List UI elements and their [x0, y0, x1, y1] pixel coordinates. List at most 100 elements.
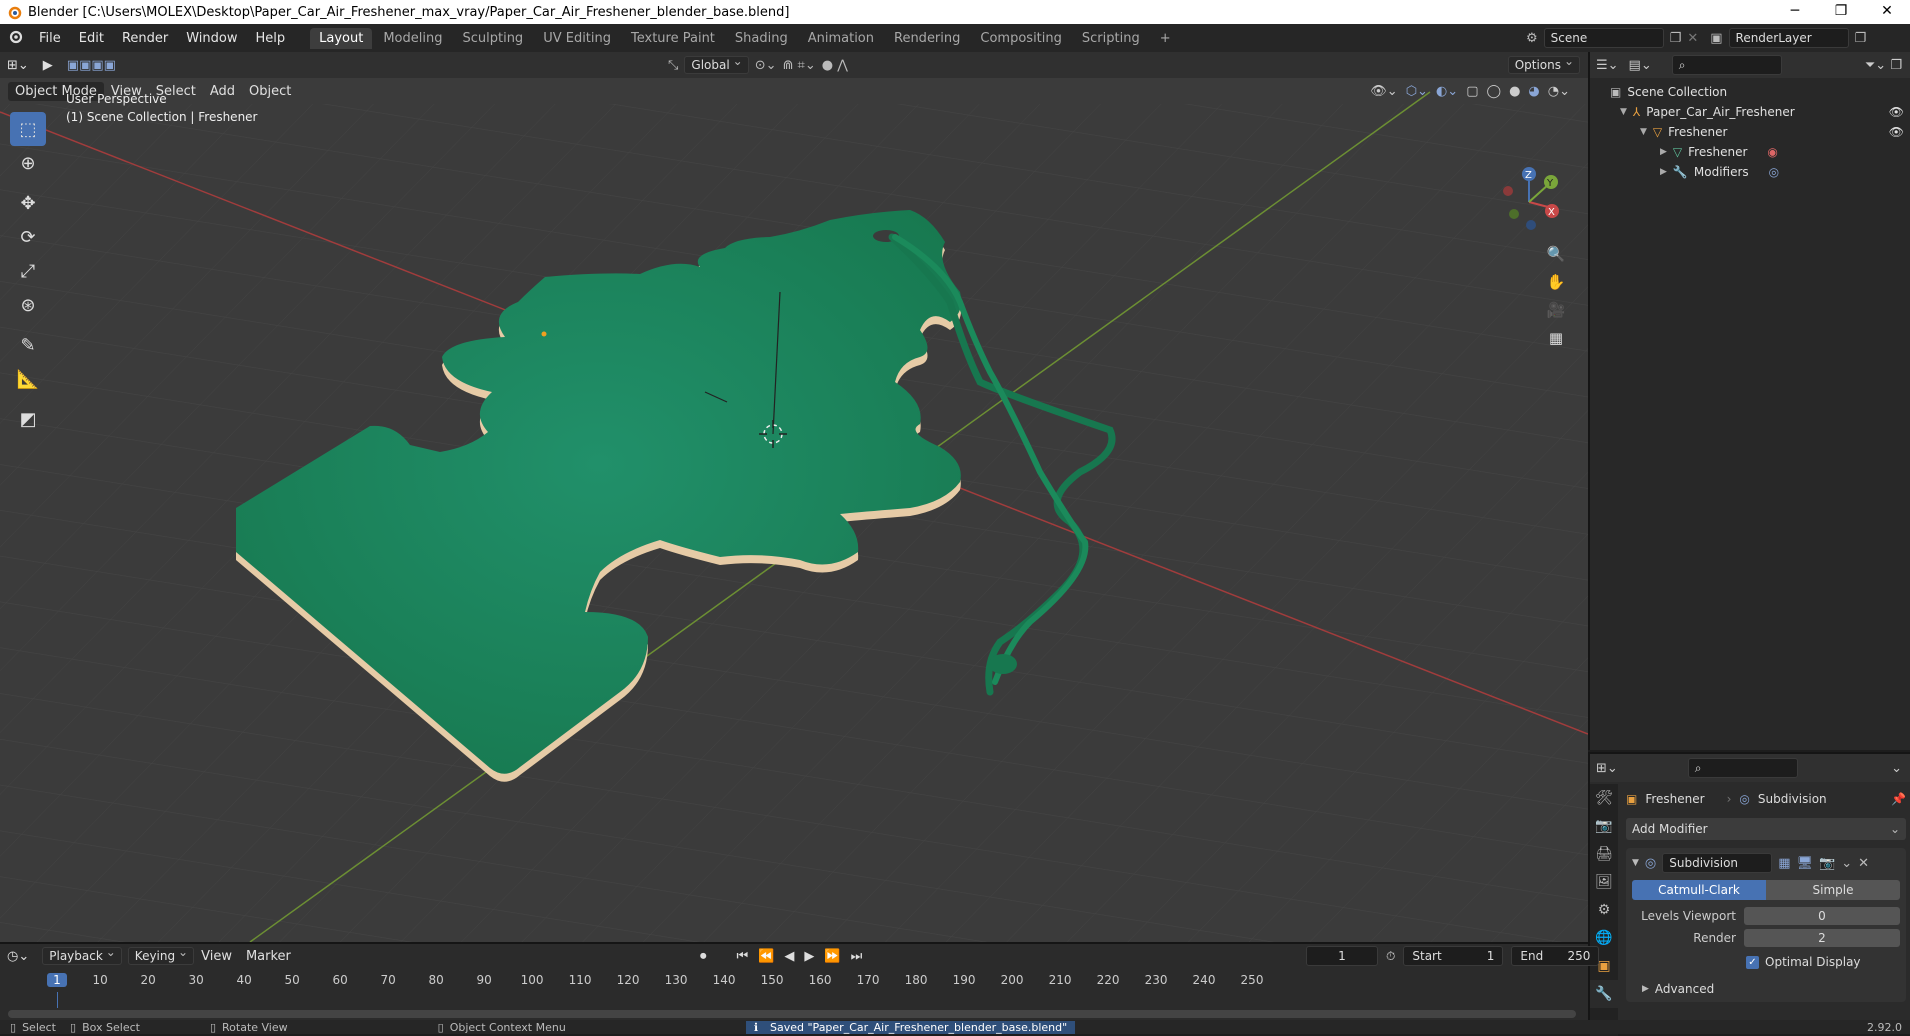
modifier-tab-icon[interactable]: 🔧	[1590, 980, 1618, 1008]
pan-hand-icon[interactable]: ✋	[1542, 268, 1570, 296]
playback-menu[interactable]: Playback	[42, 945, 122, 965]
play-icon[interactable]: ▶	[804, 949, 814, 964]
outliner-scene-collection[interactable]: ▣ Scene Collection	[1590, 82, 1910, 102]
menu-file[interactable]: File	[30, 31, 70, 46]
timeline-editor-icon[interactable]: ◷⌄	[0, 947, 36, 966]
timeline-scrollbar[interactable]	[8, 1010, 1576, 1018]
editor-type-icon[interactable]: ⊞⌄	[0, 56, 36, 75]
annotate-tool-icon[interactable]: ✎	[10, 328, 46, 362]
expand-arrow-icon[interactable]: ▶	[1660, 147, 1667, 157]
properties-collapse-icon[interactable]: ⌄	[1891, 761, 1902, 776]
jump-start-icon[interactable]: ⏮	[737, 949, 749, 964]
next-keyframe-icon[interactable]: ⏩	[824, 949, 840, 964]
optimal-display-checkbox[interactable]: ✓	[1746, 955, 1759, 969]
render-tab-icon[interactable]: 📷	[1590, 812, 1618, 840]
end-frame-field[interactable]: End 250	[1511, 946, 1600, 966]
timeline-view-menu[interactable]: View	[194, 947, 239, 966]
play-reverse-icon[interactable]: ◀	[784, 949, 794, 964]
tab-animation[interactable]: Animation	[799, 28, 883, 49]
properties-editor-icon[interactable]: ⊞⌄	[1596, 761, 1618, 776]
advanced-subpanel[interactable]: ▶ Advanced	[1632, 980, 1900, 998]
overlay-toggle-icon[interactable]: ◐⌄	[1436, 84, 1458, 99]
visibility-icon[interactable]: 👁⌄	[1370, 84, 1397, 99]
outliner-editor-icon[interactable]: ☰⌄	[1596, 58, 1619, 73]
navigation-gizmo[interactable]: Z X Y	[1494, 164, 1564, 234]
wireframe-shading-icon[interactable]: ◯	[1487, 84, 1502, 99]
blender-menu-icon[interactable]	[0, 28, 30, 48]
tab-sculpting[interactable]: Sculpting	[453, 28, 532, 49]
transform-tool-icon[interactable]: ⊛	[10, 288, 46, 322]
solid-shading-icon[interactable]: ●	[1509, 84, 1520, 99]
material-icon[interactable]: ◉	[1767, 145, 1777, 159]
viewport-toggle-icon[interactable]: 🖥	[1797, 856, 1814, 871]
tab-uv-editing[interactable]: UV Editing	[534, 28, 620, 49]
select-box-tool-icon[interactable]: ⬚	[10, 112, 46, 146]
expand-arrow-icon[interactable]: ▼	[1640, 127, 1647, 137]
pivot-icon[interactable]: ⊙⌄	[755, 58, 777, 73]
material-shading-icon[interactable]: ◕	[1528, 84, 1539, 99]
remove-modifier-icon[interactable]: ✕	[1858, 856, 1869, 871]
catmull-clark-button[interactable]: Catmull-Clark	[1632, 880, 1766, 900]
record-keyframe-icon[interactable]: ⏺	[700, 949, 707, 964]
rendered-shading-icon[interactable]: ◔⌄	[1548, 84, 1570, 99]
outliner-search-input[interactable]: ⌕	[1671, 55, 1782, 75]
expand-arrow-icon[interactable]: ▶	[1642, 984, 1649, 994]
keying-menu[interactable]: Keying	[127, 945, 195, 965]
ortho-grid-icon[interactable]: ▦	[1542, 324, 1570, 352]
scene-selector[interactable]: Scene	[1543, 28, 1664, 48]
3d-viewport[interactable]: ⊞⌄ ▶ ▣▣▣▣ ⤡ Global ⊙⌄ ⋒ ⌗⌄ ● ⋀ Options O…	[0, 52, 1588, 942]
menu-edit[interactable]: Edit	[70, 31, 113, 46]
tab-texture-paint[interactable]: Texture Paint	[622, 28, 724, 49]
rotate-tool-icon[interactable]: ⟳	[10, 220, 46, 254]
menu-render[interactable]: Render	[113, 31, 177, 46]
add-workspace-button[interactable]: +	[1151, 28, 1180, 49]
close-button[interactable]: ✕	[1864, 0, 1910, 24]
stopwatch-icon[interactable]: ⏱	[1386, 949, 1395, 964]
visibility-eye-icon[interactable]: 👁	[1889, 105, 1904, 119]
collapse-arrow-icon[interactable]: ▼	[1632, 858, 1639, 868]
marker-menu[interactable]: Marker	[239, 947, 298, 966]
zoom-icon[interactable]: 🔍	[1542, 240, 1570, 268]
render-layer-selector[interactable]: RenderLayer	[1728, 28, 1849, 48]
visibility-eye-icon[interactable]: 👁	[1889, 125, 1904, 139]
menu-help[interactable]: Help	[247, 31, 295, 46]
restore-button[interactable]: ❐	[1818, 0, 1864, 24]
timeline-ruler[interactable]: 1 10 20 30 40 50 60 70 80 90 100 110 120 130 140 150 160…	[0, 970, 1588, 992]
viewport-canvas[interactable]	[0, 52, 1588, 942]
proportional-edit-icon[interactable]: ● ⋀	[822, 58, 848, 73]
render-toggle-icon[interactable]: 📷	[1819, 856, 1835, 871]
options-dropdown[interactable]: Options	[1507, 54, 1580, 74]
tab-layout[interactable]: Layout	[310, 27, 373, 49]
output-tab-icon[interactable]: 🖨	[1590, 840, 1618, 868]
start-frame-field[interactable]: Start 1	[1403, 946, 1504, 966]
modifier-menu-icon[interactable]: ⌄	[1841, 856, 1852, 871]
outliner-item-mesh-data[interactable]: ▶ ▽ Freshener ◉	[1590, 142, 1910, 162]
cursor-tool-icon[interactable]: ⊕	[10, 146, 46, 180]
selection-mode-icons[interactable]: ▣▣▣▣	[60, 56, 123, 75]
modifier-name-input[interactable]: Subdivision	[1662, 853, 1773, 873]
camera-view-icon[interactable]: 🎥	[1542, 296, 1570, 324]
tab-scripting[interactable]: Scripting	[1073, 28, 1149, 49]
gizmo-toggle-icon[interactable]: ⬡⌄	[1406, 84, 1428, 99]
view-layer-tab-icon[interactable]: 🖼	[1590, 868, 1618, 896]
tab-rendering[interactable]: Rendering	[885, 28, 969, 49]
measure-tool-icon[interactable]: 📐	[10, 362, 46, 396]
scale-tool-icon[interactable]: ⤢	[10, 254, 46, 288]
remove-scene-icon[interactable]: ✕	[1687, 31, 1698, 46]
jump-end-icon[interactable]: ⏭	[851, 949, 863, 964]
levels-viewport-field[interactable]: 0	[1744, 907, 1900, 925]
modifier-icon[interactable]: ◎	[1769, 165, 1779, 179]
transform-orientation-dropdown[interactable]: Global	[684, 54, 749, 74]
add-cube-tool-icon[interactable]: ◩	[10, 402, 46, 436]
filter-icon[interactable]: ⏷⌄ ❐	[1865, 58, 1902, 73]
move-tool-icon[interactable]: ✥	[10, 186, 46, 220]
display-mode-icon[interactable]: ▤⌄	[1629, 58, 1652, 73]
simple-button[interactable]: Simple	[1766, 880, 1900, 900]
tool-tab-icon[interactable]: 🛠	[1590, 784, 1618, 812]
scene-tab-icon[interactable]: ⚙	[1590, 896, 1618, 924]
render-levels-field[interactable]: 2	[1744, 929, 1900, 947]
tab-compositing[interactable]: Compositing	[971, 28, 1071, 49]
add-modifier-dropdown[interactable]: Add Modifier ⌄	[1626, 818, 1906, 840]
prev-keyframe-icon[interactable]: ⏪	[758, 949, 774, 964]
tab-modeling[interactable]: Modeling	[374, 28, 451, 49]
